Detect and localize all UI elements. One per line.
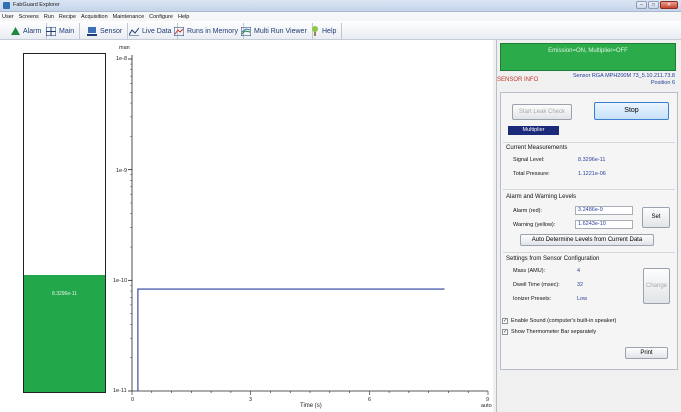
x-tick-label-3: 3 bbox=[249, 397, 253, 403]
set-levels-button[interactable]: Set bbox=[642, 207, 670, 228]
sensor-description-line2: Position 6 bbox=[650, 80, 675, 86]
warning-yellow-field[interactable]: 1.6243e-10 bbox=[575, 220, 633, 229]
total-pressure-value: 1.1221e-06 bbox=[578, 171, 606, 177]
mass-amu-label: Mass (AMU): bbox=[513, 268, 546, 274]
dwell-time-value: 32 bbox=[577, 282, 584, 288]
alarm-red-label: Alarm (red): bbox=[513, 208, 543, 214]
total-pressure-label: Total Pressure: bbox=[513, 171, 550, 177]
show-thermometer-checkbox[interactable]: ✓ bbox=[502, 329, 508, 335]
x-tick-label-0: 0 bbox=[131, 397, 135, 403]
stop-button[interactable]: Stop bbox=[594, 102, 669, 120]
signal-level-value: 8.3296e-11 bbox=[578, 157, 606, 163]
auto-determine-levels-button[interactable]: Auto Determine Levels from Current Data bbox=[520, 234, 654, 246]
print-button[interactable]: Print bbox=[625, 347, 668, 359]
x-tick-label-6: 6 bbox=[368, 397, 372, 403]
mass-amu-value: 4 bbox=[577, 268, 581, 274]
divider bbox=[503, 252, 675, 253]
ionizer-presets-value: Low bbox=[577, 296, 588, 302]
alarm-levels-title: Alarm and Warning Levels bbox=[506, 194, 577, 200]
minimize-button[interactable]: – bbox=[636, 1, 647, 9]
app-window: FabGuard Explorer – □ ✕ User Screens Run… bbox=[0, 0, 681, 412]
chart-axes bbox=[128, 55, 489, 395]
multiplier-indicator[interactable]: Multiplier bbox=[508, 126, 559, 135]
current-measurements-title: Current Measurements bbox=[506, 145, 568, 151]
signal-chart bbox=[128, 55, 489, 395]
enable-sound-checkbox[interactable]: ✓ bbox=[502, 318, 508, 324]
x-scale-mode[interactable]: auto bbox=[481, 403, 492, 409]
window-controls: – □ ✕ bbox=[636, 1, 678, 9]
sensor-description: Sensor RGA MPH200M 73_5.10.211.73.8 Posi… bbox=[557, 73, 675, 87]
show-thermometer-label: Show Thermometer Bar separately bbox=[511, 329, 597, 335]
alarm-red-field[interactable]: 3.2486e-9 bbox=[575, 206, 633, 215]
divider bbox=[503, 142, 675, 143]
warning-yellow-label: Warning (yellow): bbox=[513, 222, 556, 228]
sensor-description-line1: Sensor RGA MPH200M 73_5.10.211.73.8 bbox=[572, 73, 675, 79]
sensor-info: SENSOR INFO Sensor RGA MPH200M 73_5.10.2… bbox=[497, 72, 680, 90]
series-line-0 bbox=[137, 288, 445, 391]
emission-status-banner: Emission=ON, Multiplier=OFF bbox=[500, 43, 676, 71]
close-button[interactable]: ✕ bbox=[660, 1, 678, 9]
chart-series bbox=[137, 288, 445, 392]
signal-level-label: Signal Level: bbox=[513, 157, 545, 163]
divider bbox=[503, 189, 675, 190]
enable-sound-label: Enable Sound (computer's built-in speake… bbox=[511, 318, 617, 324]
start-leak-check-button[interactable]: Start Leak Check bbox=[512, 104, 572, 120]
change-config-button[interactable]: Change bbox=[643, 268, 670, 304]
ionizer-presets-label: Ionizer Presets: bbox=[513, 296, 552, 302]
sensor-configuration-title: Settings from Sensor Configuration bbox=[506, 256, 600, 262]
x-axis-title: Time (s) bbox=[300, 403, 322, 409]
dwell-time-label: Dwell Time (msec): bbox=[513, 282, 560, 288]
maximize-button[interactable]: □ bbox=[648, 1, 659, 9]
sensor-info-label: SENSOR INFO bbox=[497, 77, 539, 83]
